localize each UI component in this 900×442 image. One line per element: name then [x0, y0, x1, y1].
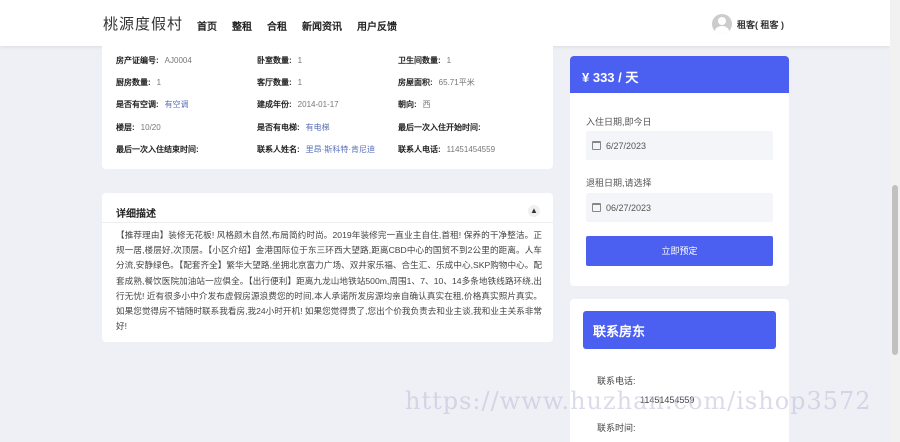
info-value: 1 — [446, 56, 452, 65]
description-title: 详细描述 — [116, 209, 156, 220]
house-info-card: 房产证编号: AJ0004 卧室数量: 1 卫生间数量: 1 厨房数量: 1 客厅数量:… — [102, 46, 553, 169]
info-label: 朝向: — [398, 100, 417, 109]
info-label: 最后一次入住结束时间: — [116, 145, 199, 154]
watermark: https://www.huzhan.com/ishop3572 — [405, 387, 872, 415]
checkin-date-value: 6/27/2023 — [606, 141, 647, 151]
info-value: 65.71平米 — [438, 78, 475, 87]
main-nav: 首页 整租 合租 新闻资讯 用户反馈 — [197, 18, 412, 33]
info-label: 房屋面积: — [398, 78, 433, 87]
info-label: 是否有电梯: — [257, 123, 300, 132]
info-label: 卫生间数量: — [398, 56, 441, 65]
info-value: 有空调 — [164, 100, 189, 109]
booking-card: ¥ 333 / 天 入住日期,即今日 6/27/2023 退租日期,请选择 06… — [570, 56, 789, 286]
info-value: 1 — [297, 78, 303, 87]
divider — [102, 222, 553, 223]
checkout-date-value: 06/27/2023 — [606, 203, 652, 213]
contact-phone-label: 联系电话: — [597, 376, 636, 386]
page-scrollbar[interactable] — [890, 0, 900, 442]
chevron-up-icon[interactable]: ▲ — [528, 205, 540, 217]
info-label: 联系人姓名: — [257, 145, 300, 154]
info-label: 建成年份: — [257, 100, 292, 109]
avatar[interactable] — [712, 14, 732, 34]
nav-item-feedback[interactable]: 用户反馈 — [357, 18, 397, 33]
info-value: 11451454559 — [446, 145, 496, 154]
nav-item-whole-rent[interactable]: 整租 — [232, 18, 252, 33]
nav-item-news[interactable]: 新闻资讯 — [302, 18, 342, 33]
info-label: 联系人电话: — [398, 145, 441, 154]
info-value: 10/20 — [140, 123, 161, 132]
price-label: ¥ 333 / 天 — [582, 70, 639, 85]
user-name[interactable]: 租客( 租客 ) — [737, 18, 784, 31]
info-label: 是否有空调: — [116, 100, 159, 109]
checkout-label: 退租日期,请选择 — [586, 178, 652, 188]
calendar-icon — [592, 141, 601, 150]
contact-title: 联系房东 — [593, 324, 646, 339]
info-value: AJ0004 — [164, 56, 192, 65]
checkin-label: 入住日期,即今日 — [586, 117, 652, 127]
info-value: 里昂·斯科特·肯尼迪 — [305, 145, 375, 154]
info-label: 卧室数量: — [257, 56, 292, 65]
description-text: 【推荐理由】装修无花板! 风格颜木自然,布局简约时尚。2019年装修完一直业主自… — [116, 230, 542, 332]
nav-item-shared-rent[interactable]: 合租 — [267, 18, 287, 33]
contact-header: 联系房东 — [583, 311, 776, 349]
info-value: 1 — [297, 56, 303, 65]
info-label: 厨房数量: — [116, 78, 151, 87]
info-label: 楼层: — [116, 123, 135, 132]
top-navbar: 桃源度假村 首页 整租 合租 新闻资讯 用户反馈 租客( 租客 ) — [0, 0, 890, 46]
book-now-button[interactable]: 立即预定 — [586, 236, 773, 266]
user-menu[interactable]: 租客( 租客 ) — [712, 14, 784, 34]
info-value: 西 — [422, 100, 431, 109]
calendar-icon — [592, 203, 601, 212]
info-value: 2014-01-17 — [297, 100, 339, 109]
info-value: 1 — [156, 78, 162, 87]
checkout-date-input[interactable]: 06/27/2023 — [586, 193, 773, 222]
description-card: 详细描述 ▲ 【推荐理由】装修无花板! 风格颜木自然,布局简约时尚。2019年装… — [102, 193, 553, 342]
info-label: 最后一次入住开始时间: — [398, 123, 481, 132]
site-logo[interactable]: 桃源度假村 — [103, 13, 183, 34]
info-value: 有电梯 — [305, 123, 330, 132]
contact-card: 联系房东 联系电话: 11451454559 联系时间: — [570, 299, 789, 442]
info-label: 客厅数量: — [257, 78, 292, 87]
price-header: ¥ 333 / 天 — [570, 56, 789, 93]
nav-item-home[interactable]: 首页 — [197, 18, 217, 33]
info-label: 房产证编号: — [116, 56, 159, 65]
contact-time-label: 联系时间: — [597, 423, 636, 433]
scrollbar-thumb[interactable] — [892, 185, 898, 355]
checkin-date-input[interactable]: 6/27/2023 — [586, 131, 773, 160]
